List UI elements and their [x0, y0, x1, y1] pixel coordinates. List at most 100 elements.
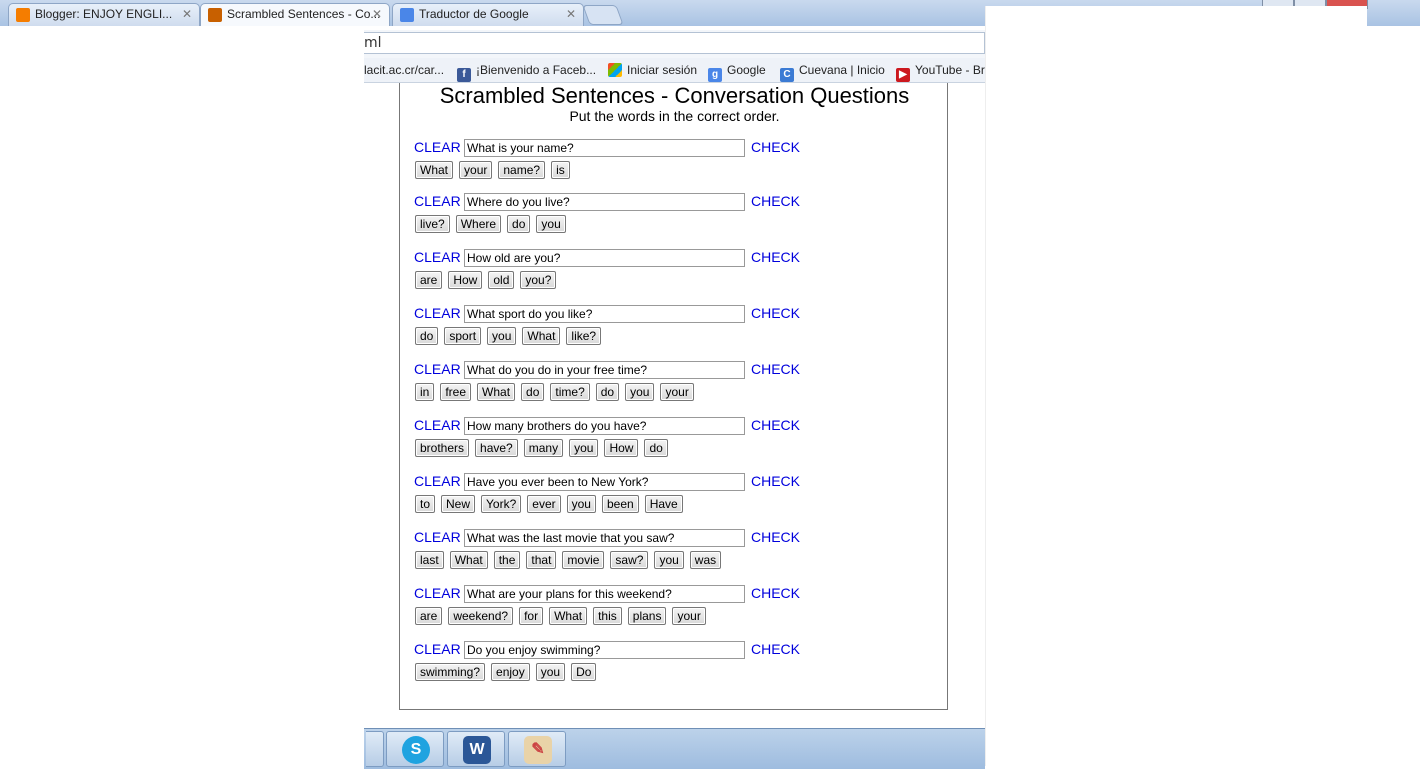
answer-input[interactable]: What do you do in your free time? [464, 361, 745, 379]
word-button[interactable]: name? [498, 161, 546, 179]
word-button[interactable]: time? [550, 383, 590, 401]
answer-input[interactable]: Have you ever been to New York? [464, 473, 745, 491]
taskbar-item-word[interactable]: W [447, 731, 505, 767]
word-button[interactable]: to [415, 495, 436, 513]
clear-link[interactable]: CLEAR [414, 249, 461, 265]
word-button[interactable]: Where [455, 215, 502, 233]
bookmark-iniciar-sesion[interactable]: Iniciar sesión [608, 63, 697, 77]
word-button[interactable]: the [493, 551, 521, 569]
word-button[interactable]: have? [475, 439, 518, 457]
word-button[interactable]: How [448, 271, 483, 289]
word-button[interactable]: do [507, 215, 531, 233]
word-button[interactable]: What [549, 607, 588, 625]
word-button[interactable]: many [523, 439, 564, 457]
clear-link[interactable]: CLEAR [414, 139, 461, 155]
word-button[interactable]: been [601, 495, 639, 513]
word-button[interactable]: are [415, 607, 443, 625]
word-button[interactable]: York? [481, 495, 522, 513]
word-button[interactable]: swimming? [415, 663, 486, 681]
tab-blogger[interactable]: Blogger: ENJOY ENGLI... ✕ [8, 3, 200, 26]
check-link[interactable]: CHECK [751, 139, 800, 155]
word-button[interactable]: free [440, 383, 472, 401]
answer-input[interactable]: What is your name? [464, 139, 745, 157]
word-button[interactable]: for [519, 607, 544, 625]
word-button[interactable]: ever [527, 495, 561, 513]
bookmark-google[interactable]: g Google [708, 63, 766, 82]
check-link[interactable]: CHECK [751, 361, 800, 377]
word-button[interactable]: you [536, 215, 566, 233]
check-link[interactable]: CHECK [751, 417, 800, 433]
taskbar-item-partial[interactable] [366, 731, 384, 767]
word-button[interactable]: you [625, 383, 655, 401]
check-link[interactable]: CHECK [751, 585, 800, 601]
word-button[interactable]: last [415, 551, 444, 569]
word-button[interactable]: your [459, 161, 493, 179]
word-button[interactable]: was [689, 551, 722, 569]
clear-link[interactable]: CLEAR [414, 417, 461, 433]
answer-input[interactable]: How old are you? [464, 249, 745, 267]
word-button[interactable]: you [487, 327, 517, 345]
check-link[interactable]: CHECK [751, 305, 800, 321]
taskbar-item-skype[interactable]: S [386, 731, 444, 767]
word-button[interactable]: do [415, 327, 439, 345]
tab-scrambled-sentences[interactable]: Scrambled Sentences - Co... ✕ [200, 3, 390, 26]
answer-input[interactable]: What are your plans for this weekend? [464, 585, 745, 603]
word-button[interactable]: New [441, 495, 476, 513]
word-button[interactable]: are [415, 271, 443, 289]
word-button[interactable]: you [654, 551, 684, 569]
word-button[interactable]: What [477, 383, 516, 401]
close-icon[interactable]: ✕ [182, 7, 192, 21]
word-button[interactable]: you [535, 663, 566, 681]
word-button[interactable]: in [415, 383, 435, 401]
word-button[interactable]: saw? [610, 551, 649, 569]
clear-link[interactable]: CLEAR [414, 305, 461, 321]
word-button[interactable]: Do [571, 663, 597, 681]
check-link[interactable]: CHECK [751, 641, 800, 657]
taskbar-item-paint[interactable]: ✎ [508, 731, 566, 767]
word-button[interactable]: do [595, 383, 620, 401]
word-button[interactable]: What [415, 161, 454, 179]
bookmark-cuevana[interactable]: C Cuevana | Inicio [780, 63, 885, 82]
answer-input[interactable]: Where do you live? [464, 193, 745, 211]
address-bar[interactable]: ml [364, 32, 985, 54]
word-button[interactable]: How [604, 439, 639, 457]
answer-input[interactable]: What was the last movie that you saw? [464, 529, 745, 547]
clear-link[interactable]: CLEAR [414, 585, 461, 601]
word-button[interactable]: movie [562, 551, 605, 569]
word-button[interactable]: What [522, 327, 561, 345]
new-tab-button[interactable] [582, 5, 624, 25]
word-button[interactable]: do [644, 439, 668, 457]
check-link[interactable]: CHECK [751, 193, 800, 209]
clear-link[interactable]: CLEAR [414, 361, 461, 377]
clear-link[interactable]: CLEAR [414, 641, 461, 657]
word-button[interactable]: Have [644, 495, 683, 513]
bookmark-lacit[interactable]: lacit.ac.cr/car... [364, 63, 444, 77]
word-button[interactable]: this [593, 607, 622, 625]
answer-input[interactable]: Do you enjoy swimming? [464, 641, 745, 659]
clear-link[interactable]: CLEAR [414, 193, 461, 209]
word-button[interactable]: weekend? [448, 607, 514, 625]
clear-link[interactable]: CLEAR [414, 473, 461, 489]
word-button[interactable]: your [672, 607, 706, 625]
word-button[interactable]: you [566, 495, 596, 513]
word-button[interactable]: like? [566, 327, 602, 345]
word-button[interactable]: your [660, 383, 694, 401]
bookmark-youtube[interactable]: ▶ YouTube - Br [896, 63, 985, 82]
word-button[interactable]: you [569, 439, 599, 457]
word-button[interactable]: you? [520, 271, 557, 289]
word-button[interactable]: What [449, 551, 488, 569]
word-button[interactable]: live? [415, 215, 450, 233]
close-icon[interactable]: ✕ [372, 7, 382, 21]
word-button[interactable]: is [551, 161, 570, 179]
check-link[interactable]: CHECK [751, 473, 800, 489]
word-button[interactable]: do [521, 383, 545, 401]
word-button[interactable]: plans [627, 607, 667, 625]
word-button[interactable]: sport [444, 327, 482, 345]
bookmark-facebook[interactable]: f ¡Bienvenido a Faceb... [457, 63, 596, 82]
close-icon[interactable]: ✕ [566, 7, 576, 21]
check-link[interactable]: CHECK [751, 249, 800, 265]
tab-google-translate[interactable]: Traductor de Google ✕ [392, 3, 584, 26]
word-button[interactable]: enjoy [491, 663, 530, 681]
answer-input[interactable]: How many brothers do you have? [464, 417, 745, 435]
check-link[interactable]: CHECK [751, 529, 800, 545]
